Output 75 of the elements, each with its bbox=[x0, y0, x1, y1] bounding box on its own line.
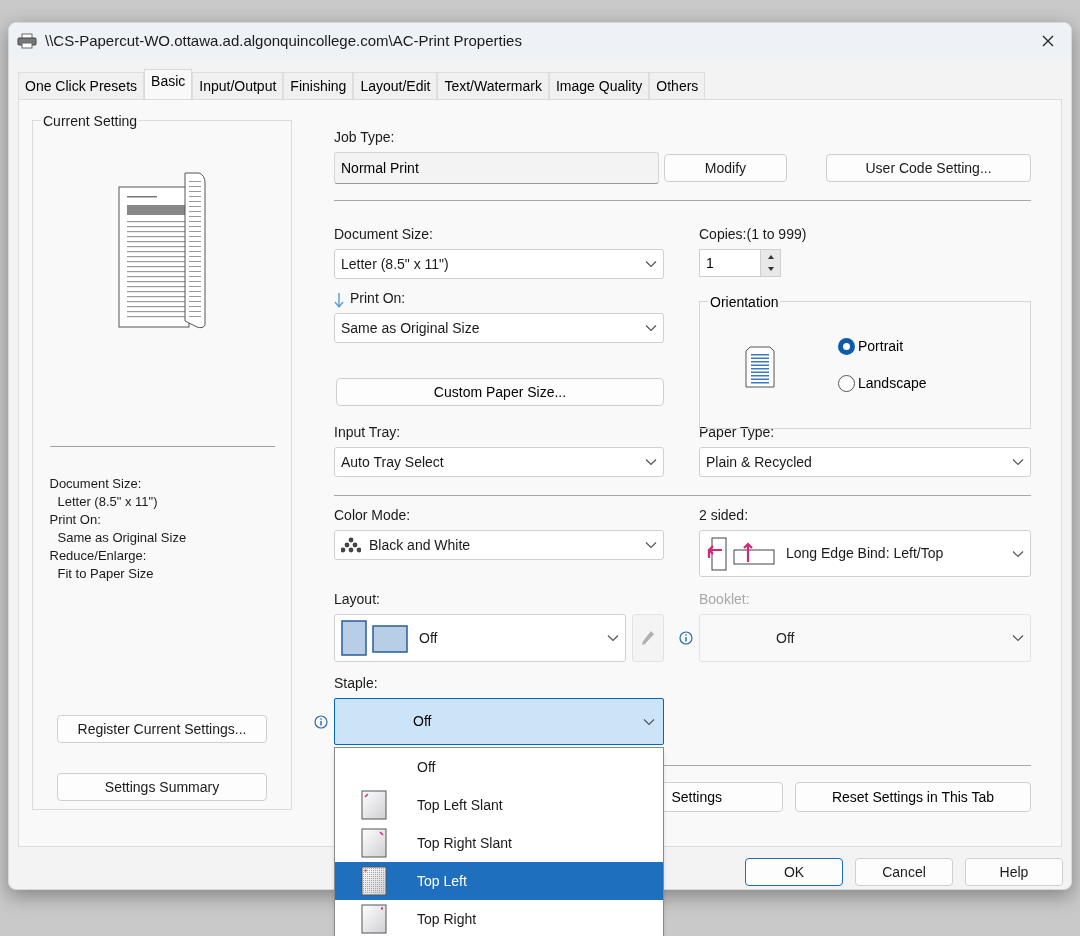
dialog-button[interactable]: Modify bbox=[664, 154, 787, 182]
field-label: Booklet: bbox=[699, 590, 751, 608]
summary-value: Letter (8.5" x 11") bbox=[56, 493, 159, 511]
radio-label: Portrait bbox=[858, 337, 904, 356]
field-label: Input Tray: bbox=[334, 423, 402, 441]
dialog-button[interactable]: Cancel bbox=[855, 858, 953, 886]
field-label: Copies:(1 to 999) bbox=[699, 225, 808, 243]
pencil-icon bbox=[641, 630, 655, 646]
summary-label: Print On: bbox=[49, 511, 102, 529]
radio-button[interactable] bbox=[838, 375, 855, 392]
field-label: 2 sided: bbox=[699, 506, 750, 524]
dropdown-field[interactable]: Same as Original Size bbox=[334, 313, 664, 343]
staple-position-icon bbox=[361, 866, 387, 896]
tab[interactable]: Text/Watermark bbox=[437, 72, 549, 99]
tab[interactable]: Layout/Edit bbox=[353, 72, 438, 99]
dropdown-field[interactable]: Letter (8.5" x 11") bbox=[334, 249, 664, 279]
dropdown-field[interactable]: Black and White bbox=[334, 530, 664, 560]
dropdown-field[interactable]: Off bbox=[334, 614, 626, 662]
dropdown-field[interactable]: Auto Tray Select bbox=[334, 447, 664, 477]
dialog-button[interactable]: Settings Summary bbox=[57, 773, 267, 801]
field-label: Job Type: bbox=[334, 128, 396, 146]
portrait-page-icon bbox=[744, 345, 776, 389]
info-icon[interactable] bbox=[679, 631, 693, 645]
summary-label: Document Size: bbox=[49, 475, 143, 493]
chevron-down-icon bbox=[1012, 634, 1024, 642]
summary-value: Same as Original Size bbox=[56, 529, 188, 547]
summary-value: Fit to Paper Size bbox=[56, 565, 155, 583]
dropdown-option[interactable]: Top Left bbox=[335, 862, 663, 900]
field-label: Color Mode: bbox=[334, 506, 412, 524]
dialog-button[interactable]: User Code Setting... bbox=[826, 154, 1031, 182]
window-title: \\CS-Papercut-WO.ottawa.ad.algonquincollege.com\AC-Print Properties bbox=[45, 30, 523, 51]
chevron-down-icon bbox=[645, 541, 657, 549]
ok-button[interactable]: OK bbox=[745, 858, 843, 886]
dropdown-field[interactable]: Long Edge Bind: Left/Top bbox=[699, 530, 1031, 577]
dialog-button[interactable]: Register Current Settings... bbox=[57, 715, 267, 743]
chevron-down-icon bbox=[1012, 549, 1024, 558]
chevron-down-icon bbox=[645, 324, 657, 332]
tab[interactable]: One Click Presets bbox=[18, 72, 145, 99]
tab[interactable]: Input/Output bbox=[192, 72, 284, 99]
tab[interactable]: Finishing bbox=[283, 72, 354, 99]
dialog-button[interactable]: Help bbox=[965, 858, 1063, 886]
chevron-down-icon bbox=[643, 717, 655, 726]
summary-label: Reduce/Enlarge: bbox=[49, 547, 148, 565]
staple-position-icon bbox=[361, 904, 387, 934]
field-label: Document Size: bbox=[334, 225, 434, 243]
custom-paper-size-button[interactable]: Custom Paper Size... bbox=[336, 378, 664, 406]
chevron-down-icon bbox=[607, 634, 619, 642]
dropdown-option[interactable]: Top Right Slant bbox=[335, 824, 663, 862]
copies-spinner[interactable]: 1 bbox=[699, 249, 781, 277]
chevron-down-icon bbox=[645, 458, 657, 466]
field-label: Staple: bbox=[334, 674, 379, 692]
layout-pages-icon bbox=[341, 620, 411, 656]
tab[interactable]: Image Quality bbox=[548, 72, 650, 99]
radio-button[interactable] bbox=[838, 338, 855, 355]
chevron-down-icon bbox=[645, 260, 657, 268]
close-icon bbox=[1042, 35, 1054, 47]
staple-dropdown-field[interactable]: Off bbox=[334, 698, 664, 745]
down-arrow-icon bbox=[334, 293, 344, 309]
duplex-pages-icon bbox=[706, 535, 778, 572]
dropdown-field[interactable]: Plain & Recycled bbox=[699, 447, 1031, 477]
tab[interactable]: Others bbox=[649, 72, 706, 99]
field-label: Print On: bbox=[350, 289, 406, 307]
reset-settings-button[interactable]: Reset Settings in This Tab bbox=[795, 782, 1031, 812]
radio-label: Landscape bbox=[858, 374, 927, 393]
chevron-down-icon bbox=[1012, 458, 1024, 466]
info-icon[interactable] bbox=[314, 715, 328, 729]
printer-icon bbox=[17, 33, 37, 49]
field-label: Layout: bbox=[334, 590, 381, 608]
staple-position-icon bbox=[361, 790, 387, 820]
dropdown-option[interactable]: Top Right bbox=[335, 900, 663, 936]
dots-icon bbox=[341, 537, 361, 553]
tab[interactable]: Basic bbox=[144, 69, 193, 99]
job-type-field: Normal Print bbox=[334, 152, 660, 184]
field-label: Paper Type: bbox=[699, 423, 776, 441]
staple-position-icon bbox=[361, 828, 387, 858]
